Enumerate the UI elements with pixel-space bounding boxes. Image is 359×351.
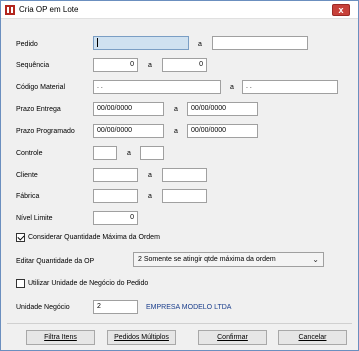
prazo-entrega-range-separator: a (174, 106, 178, 113)
title-bar[interactable]: Cria OP em Lote x (1, 1, 358, 19)
cliente-range-separator: a (148, 172, 152, 179)
sequencia-label: Sequência (16, 62, 50, 69)
text-cursor (97, 37, 98, 47)
company-name: EMPRESA MODELO LTDA (146, 304, 232, 311)
controle-range-separator: a (127, 150, 131, 157)
prazo-programado-range-separator: a (174, 128, 178, 135)
sequencia-from-input[interactable]: 0 (93, 58, 138, 72)
considerar-qtd-max-checkbox-row[interactable]: Considerar Quantidade Máxima da Ordem (16, 233, 160, 242)
pedido-from-input[interactable] (93, 36, 189, 50)
pedidos-multiplos-button[interactable]: Pedidos Múltiplos (107, 330, 176, 345)
form-body: Pedido a Sequência 0 a 0 Código Material… (1, 20, 358, 350)
fabrica-range-separator: a (148, 193, 152, 200)
prazo-programado-from-input[interactable]: 00/00/0000 (93, 124, 164, 138)
pedido-range-separator: a (198, 41, 202, 48)
fabrica-from-input[interactable] (93, 189, 138, 203)
cliente-from-input[interactable] (93, 168, 138, 182)
fabrica-label: Fábrica (16, 193, 40, 200)
cliente-label: Cliente (16, 172, 38, 179)
controle-from-input[interactable] (93, 146, 117, 160)
unidade-negocio-label: Unidade Negócio (16, 304, 70, 311)
pedido-to-input[interactable] (212, 36, 308, 50)
footer-divider (7, 323, 352, 324)
codigo-material-range-separator: a (230, 84, 234, 91)
considerar-qtd-max-checkbox[interactable] (16, 233, 25, 242)
cancelar-button[interactable]: Cancelar (278, 330, 347, 345)
prazo-entrega-from-input[interactable]: 00/00/0000 (93, 102, 164, 116)
prazo-programado-label: Prazo Programado (16, 128, 75, 135)
app-icon (5, 5, 15, 15)
cliente-to-input[interactable] (162, 168, 207, 182)
utilizar-unidade-checkbox[interactable] (16, 279, 25, 288)
controle-to-input[interactable] (140, 146, 164, 160)
prazo-entrega-to-input[interactable]: 00/00/0000 (187, 102, 258, 116)
window-title: Cria OP em Lote (19, 5, 79, 14)
editar-qtd-op-selected: 2 Somente se atingir qtde máxima da orde… (138, 256, 276, 263)
prazo-entrega-label: Prazo Entrega (16, 106, 61, 113)
codigo-material-label: Código Material (16, 84, 66, 91)
considerar-qtd-max-label: Considerar Quantidade Máxima da Ordem (28, 234, 160, 241)
utilizar-unidade-checkbox-row[interactable]: Utilizar Unidade de Negócio do Pedido (16, 279, 148, 288)
close-icon: x (338, 5, 344, 15)
fabrica-to-input[interactable] (162, 189, 207, 203)
pedido-label: Pedido (16, 41, 38, 48)
nivel-limite-input[interactable]: 0 (93, 211, 138, 225)
filtra-itens-button[interactable]: Filtra Itens (26, 330, 95, 345)
nivel-limite-label: Nível Limite (16, 215, 53, 222)
editar-qtd-op-select[interactable]: 2 Somente se atingir qtde máxima da orde… (133, 252, 324, 267)
utilizar-unidade-label: Utilizar Unidade de Negócio do Pedido (28, 280, 149, 287)
editar-qtd-op-label: Editar Quantidade da OP (16, 258, 95, 265)
unidade-negocio-input[interactable]: 2 (93, 300, 138, 314)
prazo-programado-to-input[interactable]: 00/00/0000 (187, 124, 258, 138)
confirmar-button[interactable]: Confirmar (198, 330, 267, 345)
sequencia-range-separator: a (148, 62, 152, 69)
close-button[interactable]: x (332, 4, 350, 16)
controle-label: Controle (16, 150, 43, 157)
dialog-window: Cria OP em Lote x Pedido a Sequência 0 a… (0, 0, 359, 351)
codigo-material-from-input[interactable]: . . (93, 80, 221, 94)
sequencia-to-input[interactable]: 0 (162, 58, 207, 72)
chevron-down-icon: ⌄ (312, 255, 319, 264)
codigo-material-to-input[interactable]: . . (242, 80, 338, 94)
